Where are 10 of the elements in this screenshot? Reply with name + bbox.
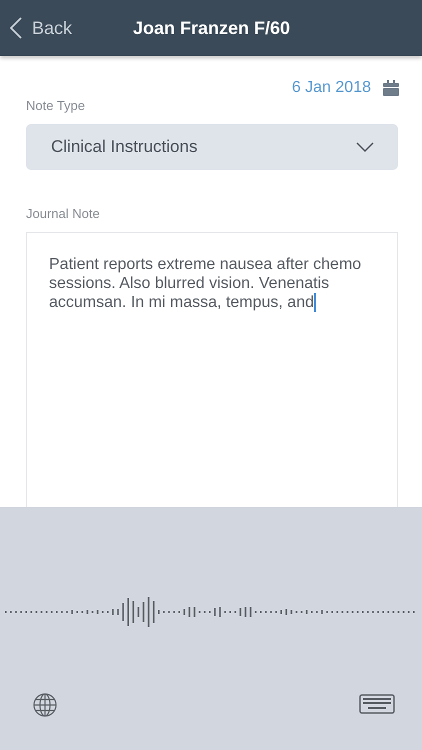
field-label: Note Type	[26, 97, 86, 115]
chevron-down-icon	[356, 142, 374, 152]
calendar-icon[interactable]	[383, 80, 399, 96]
keyboard-icon[interactable]	[359, 694, 395, 714]
note-type-dropdown[interactable]: Clinical Instructions	[26, 124, 398, 170]
globe-icon[interactable]	[33, 693, 57, 717]
chevron-left-icon	[10, 17, 22, 39]
field-label: Journal Note	[26, 204, 101, 222]
back-button[interactable]: Back	[10, 14, 72, 42]
screen-title: Joan Franzen F/60	[133, 16, 290, 40]
